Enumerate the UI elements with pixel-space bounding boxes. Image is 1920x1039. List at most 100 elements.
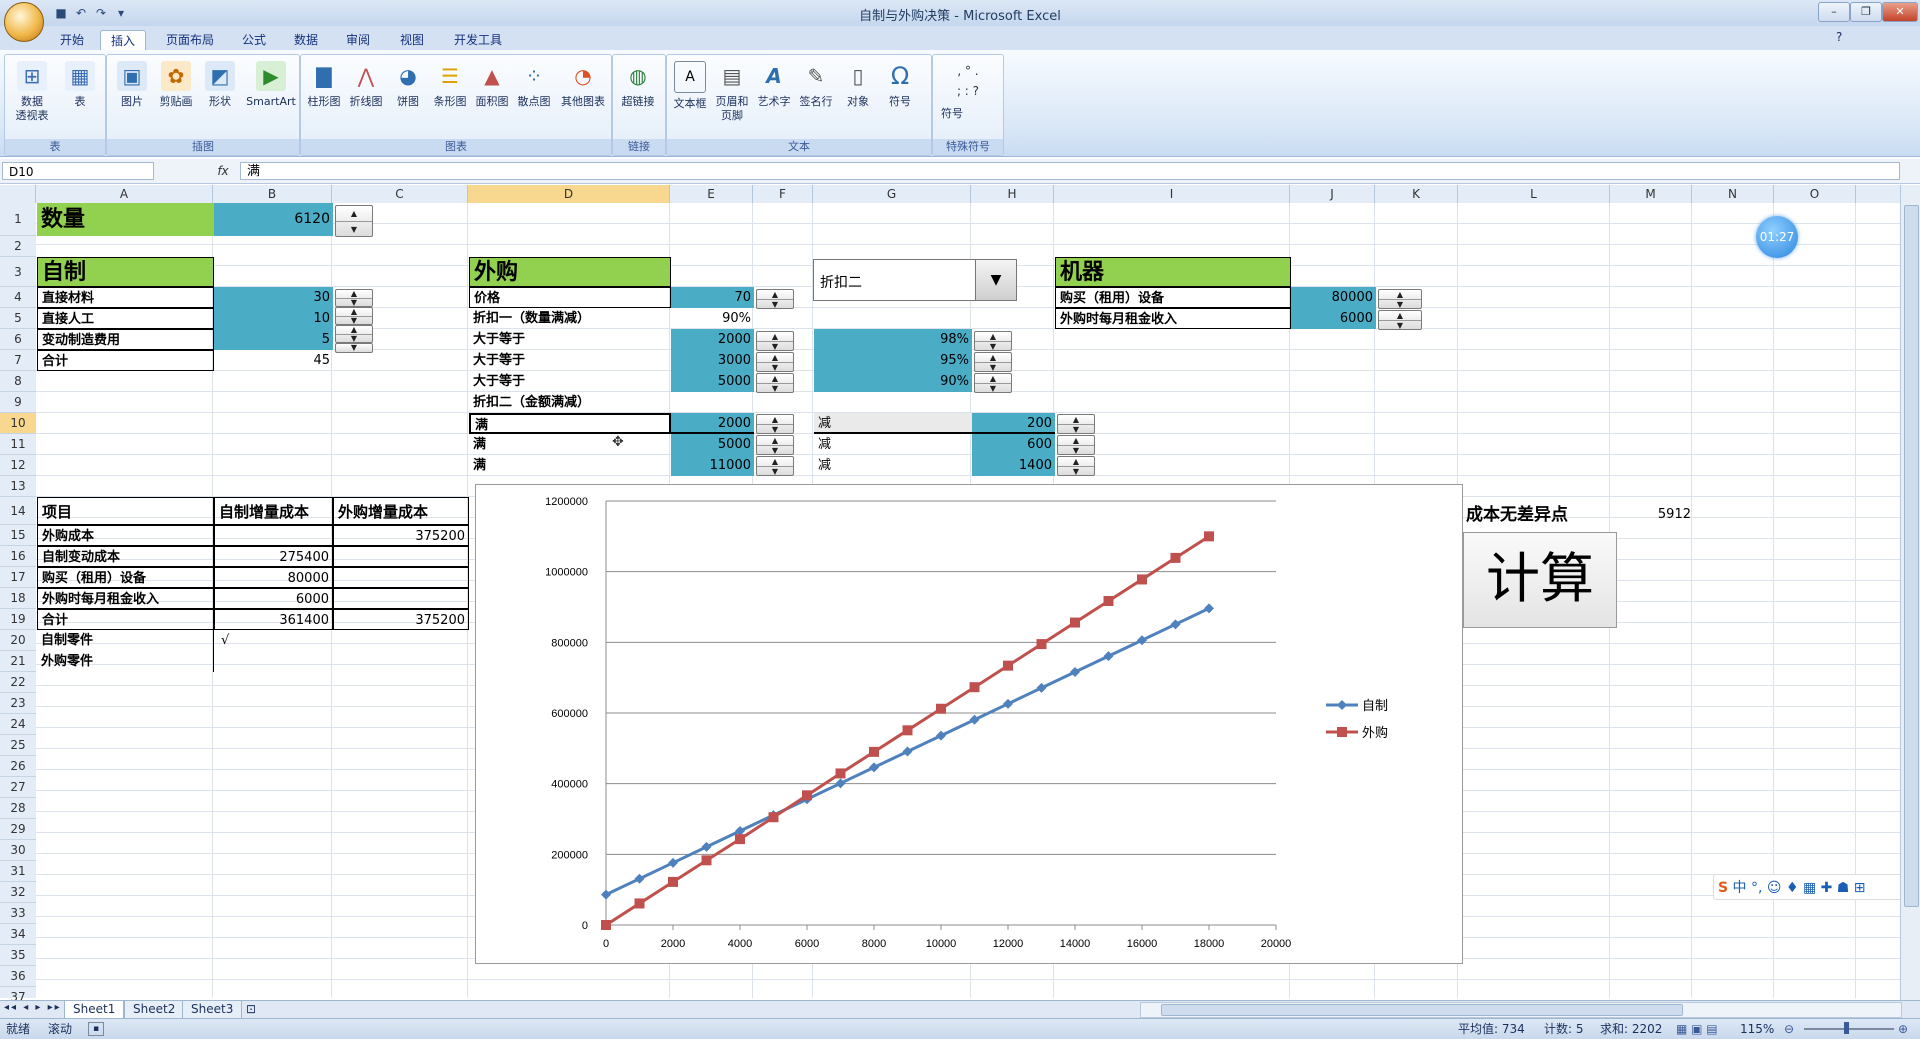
object-button[interactable]: ▯ 对象 (837, 61, 879, 109)
chevron-down-icon[interactable]: ▼ (975, 260, 1016, 300)
analysis-header-self[interactable]: 自制增量成本 (214, 497, 333, 525)
undo-icon[interactable]: ↶ (74, 6, 88, 20)
line-chart-button[interactable]: ⋀ 折线图 (345, 61, 387, 109)
office-button[interactable] (4, 2, 44, 42)
row-header[interactable]: 34 (0, 924, 36, 945)
table-cell[interactable]: 275400 (214, 546, 333, 567)
row-header[interactable]: 25 (0, 735, 36, 756)
amount-tier3-minus-label[interactable]: 减 (814, 455, 972, 476)
tier3-rate-spinner[interactable]: ▲ ▼ (974, 373, 1012, 393)
tier2-qty-spinner[interactable]: ▲ ▼ (756, 352, 794, 372)
discount2-label[interactable]: 折扣二（金额满减） (469, 392, 749, 413)
discount1-value[interactable]: 90% (671, 308, 754, 329)
tier3-label[interactable]: 大于等于 (469, 371, 671, 392)
discount-combo-box[interactable]: 折扣二 ▼ (813, 259, 1017, 301)
wordart-button[interactable]: A 艺术字 (753, 61, 795, 109)
table-row-label[interactable]: 外购零件 (37, 651, 214, 672)
tier3-qty-spinner[interactable]: ▲ ▼ (756, 373, 794, 393)
price-spinner[interactable]: ▲ ▼ (756, 289, 794, 309)
column-header[interactable]: G (813, 185, 971, 203)
scatter-chart-button[interactable]: ⁘ 散点图 (513, 61, 555, 109)
row-header[interactable]: 28 (0, 798, 36, 819)
save-icon[interactable]: ■ (54, 6, 68, 20)
sheet-tab-1[interactable]: Sheet1 (64, 1001, 125, 1019)
rental-income-spinner[interactable]: ▲ ▼ (1378, 310, 1422, 330)
analysis-header-item[interactable]: 项目 (37, 497, 214, 525)
row-header[interactable]: 2 (0, 236, 36, 257)
analysis-header-purchase[interactable]: 外购增量成本 (333, 497, 469, 525)
row-header[interactable]: 20 (0, 630, 36, 651)
column-header[interactable]: L (1458, 185, 1610, 203)
direct-material-value[interactable]: 30 (214, 287, 333, 308)
amount-tier3-minus[interactable]: 1400 (972, 455, 1055, 476)
spin-down-icon[interactable]: ▼ (336, 222, 372, 237)
ime-toolbar[interactable]: S 中 °, ☺ ♦ ▦ ✚ ☗ ⊞ (1713, 874, 1913, 900)
rental-income-value[interactable]: 6000 (1291, 308, 1376, 329)
equipment-spinner[interactable]: ▲ ▼ (1378, 289, 1422, 309)
column-header[interactable]: J (1290, 185, 1375, 203)
column-header[interactable]: A (36, 185, 213, 203)
table-cell[interactable] (333, 546, 469, 567)
formula-input[interactable]: 满 (240, 162, 1900, 180)
table-row-label[interactable]: 购买（租用）设备 (37, 567, 214, 588)
zoom-slider-thumb[interactable] (1844, 1022, 1849, 1034)
tab-review[interactable]: 审阅 (336, 30, 380, 50)
row-header[interactable]: 31 (0, 861, 36, 882)
column-header[interactable]: M (1610, 185, 1692, 203)
column-header[interactable]: D (468, 185, 670, 203)
amount-tier2-minus-label[interactable]: 减 (814, 434, 972, 455)
tier2-label[interactable]: 大于等于 (469, 350, 671, 371)
row-header[interactable]: 7 (0, 350, 36, 371)
row-header[interactable]: 21 (0, 651, 36, 672)
qty-label[interactable]: 数量 (37, 203, 214, 236)
amount-tier1-minus[interactable]: 200 (972, 413, 1055, 434)
restore-button[interactable]: ❐ (1850, 2, 1882, 22)
row-header[interactable]: 10 (0, 413, 36, 434)
cost-line-chart[interactable]: 0 200000 400000 600000 800000 1000000 1200000 0… (475, 484, 1463, 964)
table-row-label[interactable]: 自制零件 (37, 630, 214, 651)
sheet-tab-2[interactable]: Sheet2 (124, 1001, 185, 1019)
textbox-button[interactable]: A 文本框 (669, 61, 711, 111)
table-row-label[interactable]: 外购时每月租金收入 (37, 588, 214, 609)
tab-page-layout[interactable]: 页面布局 (156, 30, 224, 50)
calculate-button[interactable]: 计算 (1463, 532, 1617, 628)
header-footer-button[interactable]: ▤ 页眉和 页脚 (711, 61, 753, 123)
select-all-corner[interactable] (0, 185, 36, 203)
sheet-nav-icon[interactable]: ◂◂ ◂ ▸ ▸▸ (4, 1002, 62, 1013)
tier2-rate[interactable]: 95% (814, 350, 972, 371)
row-header[interactable]: 33 (0, 903, 36, 924)
spin-up-icon[interactable]: ▲ (336, 206, 372, 222)
row-header[interactable]: 18 (0, 588, 36, 609)
minimize-button[interactable]: – (1818, 2, 1850, 22)
table-row-label[interactable]: 合计 (37, 609, 214, 630)
tab-insert[interactable]: 插入 (100, 30, 147, 51)
column-header[interactable]: N (1692, 185, 1774, 203)
qty-value[interactable]: 6120 (214, 203, 333, 236)
amount-tier2-spinner[interactable]: ▲ ▼ (756, 435, 794, 455)
tier2-qty[interactable]: 3000 (671, 350, 754, 371)
bar-chart-button[interactable]: ☰ 条形图 (429, 61, 471, 109)
view-buttons-icon[interactable]: ▦ ▣ ▤ (1676, 1019, 1718, 1039)
table-row-label[interactable]: 外购成本 (37, 525, 214, 546)
self-made-total-label[interactable]: 合计 (37, 350, 214, 371)
special-symbol-button[interactable]: 符号 (941, 105, 963, 121)
signature-button[interactable]: ✎ 签名行 (795, 61, 837, 109)
table-cell[interactable]: 6000 (214, 588, 333, 609)
hyperlink-button[interactable]: ◍ 超链接 (615, 61, 661, 109)
overhead-spinner-extra[interactable]: ▼ (335, 343, 373, 353)
table-cell[interactable]: 361400 (214, 609, 333, 630)
variable-overhead-value[interactable]: 5 (214, 329, 333, 350)
table-cell[interactable] (217, 651, 333, 672)
picture-button[interactable]: ▣ 图片 (109, 61, 155, 109)
redo-icon[interactable]: ↷ (94, 6, 108, 20)
amount-tier3-spinner[interactable]: ▲ ▼ (756, 456, 794, 476)
discount1-label[interactable]: 折扣一（数量满减） (469, 308, 671, 329)
amount-tier1-amount[interactable]: 2000 (671, 413, 754, 434)
area-chart-button[interactable]: ▲ 面积图 (471, 61, 513, 109)
amount-tier2-label[interactable]: 满 (469, 434, 671, 455)
tier2-rate-spinner[interactable]: ▲ ▼ (974, 352, 1012, 372)
table-row-label[interactable]: 自制变动成本 (37, 546, 214, 567)
symbol-button[interactable]: Ω 符号 (879, 61, 921, 109)
amount-tier1-label[interactable]: 满 (469, 413, 671, 434)
row-header[interactable]: 35 (0, 945, 36, 966)
